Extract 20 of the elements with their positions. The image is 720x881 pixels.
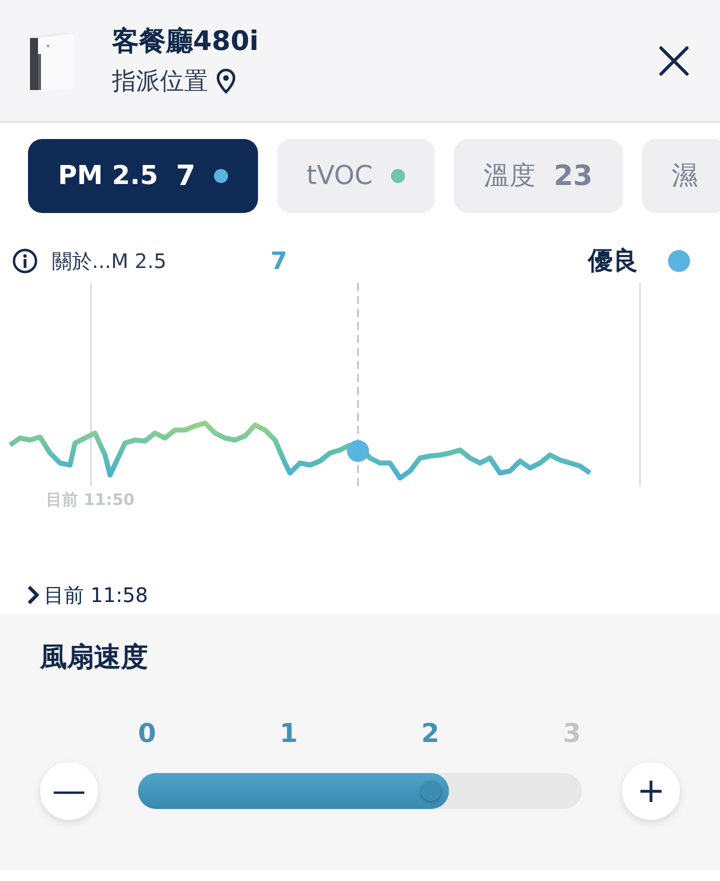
location-pin-icon[interactable] bbox=[216, 68, 236, 94]
slider-track[interactable] bbox=[138, 772, 582, 808]
speed-tick-label: 0 bbox=[136, 718, 158, 750]
increase-button[interactable]: + bbox=[622, 762, 680, 820]
chevron-right-icon bbox=[26, 584, 40, 606]
now-link[interactable]: 目前 11:58 bbox=[26, 580, 148, 610]
about-link[interactable]: 關於...M 2.5 bbox=[52, 246, 166, 276]
device-name: 客餐廳480i bbox=[112, 25, 260, 60]
cursor-dot[interactable] bbox=[347, 440, 369, 462]
speed-tick-label: 1 bbox=[278, 718, 299, 750]
time-label: 目前 11:50 bbox=[46, 490, 134, 509]
close-icon[interactable] bbox=[658, 44, 690, 76]
speed-tick-label: 2 bbox=[420, 718, 440, 750]
metric-tab[interactable]: PM 2.5 7 bbox=[28, 139, 258, 213]
section-title: 風扇速度 bbox=[40, 641, 149, 675]
location-link[interactable]: 指派位置 bbox=[112, 62, 208, 99]
info-icon[interactable] bbox=[12, 248, 38, 274]
air-quality-status: 優良 bbox=[588, 245, 638, 278]
current-reading: 7 bbox=[270, 246, 288, 277]
decrease-button[interactable]: — bbox=[40, 762, 98, 820]
